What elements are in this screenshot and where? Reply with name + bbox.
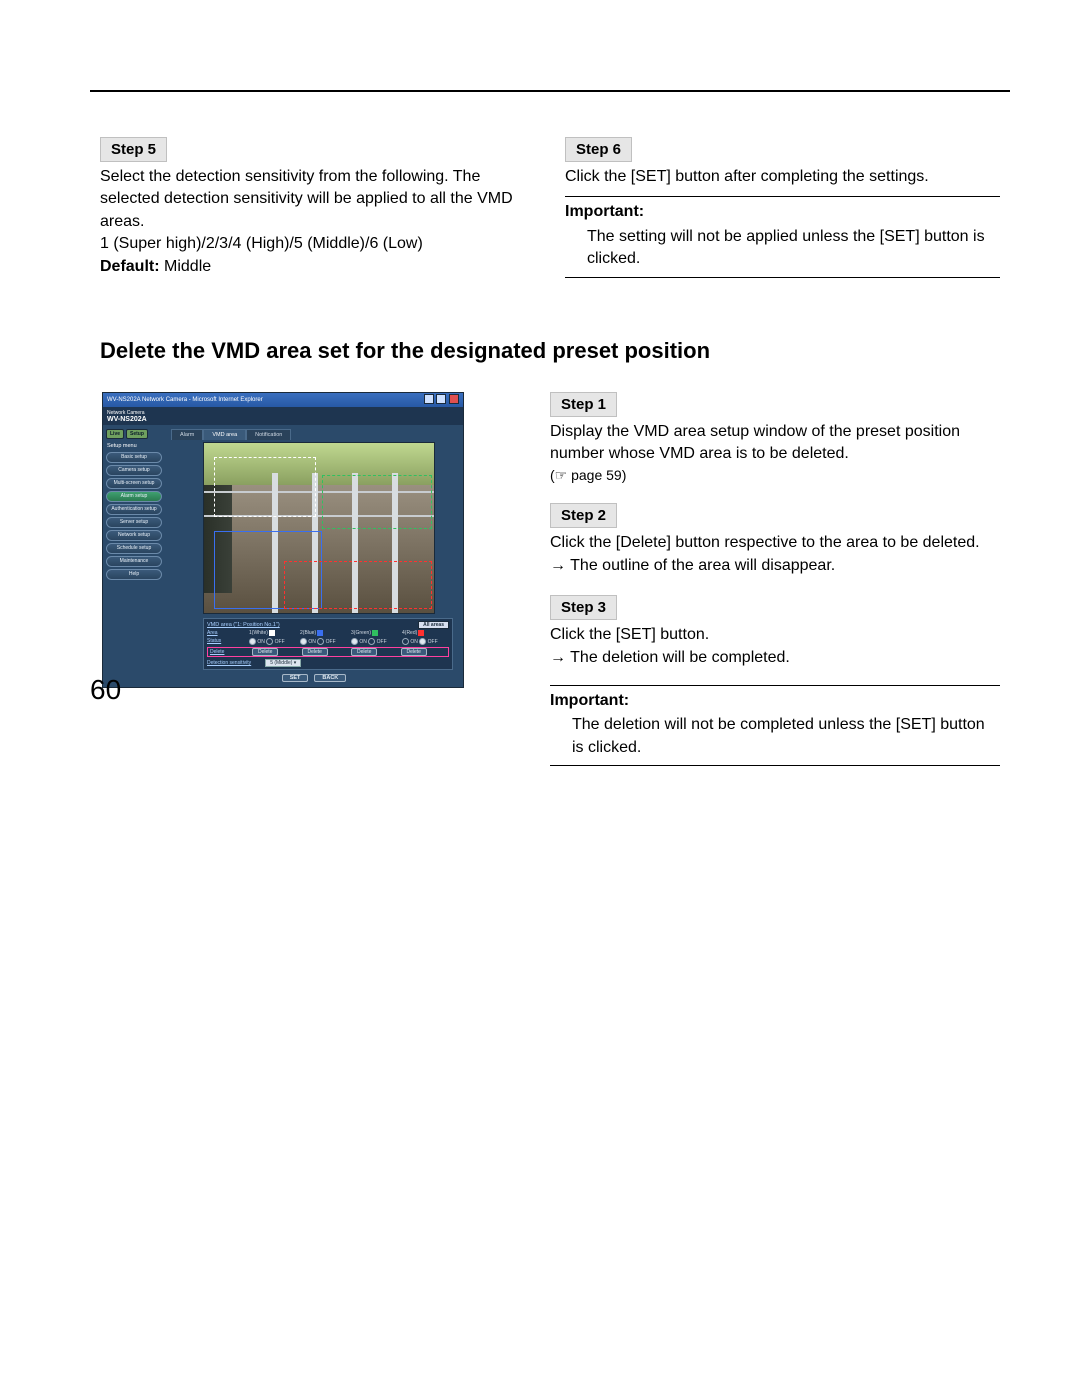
sidebar: Live Setup Setup menu Basic setup Camera… <box>103 425 165 687</box>
step5-body2: 1 (Super high)/2/3/4 (High)/5 (Middle)/6… <box>100 233 535 255</box>
step5-body1: Select the detection sensitivity from th… <box>100 166 535 233</box>
tab-alarm[interactable]: Alarm <box>171 429 203 440</box>
row-status-label: Status <box>207 638 245 644</box>
status-2-on[interactable] <box>300 638 307 645</box>
step5-default-label: Default: <box>100 258 160 275</box>
step6-imp-body: The setting will not be applied unless t… <box>565 226 1000 271</box>
row-delete-label: Delete <box>210 649 248 655</box>
vmd-area-red[interactable] <box>284 561 432 609</box>
delete-area-4[interactable]: Delete <box>401 648 427 656</box>
app-window: WV-NS202A Network Camera - Microsoft Int… <box>102 392 464 688</box>
nav-maint[interactable]: Maintenance <box>106 556 162 567</box>
status-4-off[interactable] <box>419 638 426 645</box>
status-3-on[interactable] <box>351 638 358 645</box>
camera-preview[interactable] <box>203 442 435 614</box>
step2-body: Click the [Delete] button respective to … <box>550 532 1000 554</box>
step6-body: Click the [SET] button after completing … <box>565 166 1000 188</box>
main-area: Alarm VMD area Notification <box>165 425 463 687</box>
nav-alarm[interactable]: Alarm setup <box>106 491 162 502</box>
swatch-white-icon <box>269 630 275 636</box>
tab-vmd[interactable]: VMD area <box>203 429 246 440</box>
nav-schedule[interactable]: Schedule setup <box>106 543 162 554</box>
swatch-green-icon <box>372 630 378 636</box>
top-rule <box>90 90 1010 92</box>
right-imp-title: Important: <box>550 690 1000 712</box>
nav-camera[interactable]: Camera setup <box>106 465 162 476</box>
minimize-icon[interactable] <box>424 394 434 404</box>
window-title: WV-NS202A Network Camera - Microsoft Int… <box>107 397 263 403</box>
live-button[interactable]: Live <box>106 429 124 439</box>
setup-menu-label: Setup menu <box>107 443 163 449</box>
swatch-red-icon <box>418 630 424 636</box>
step3-label: Step 3 <box>550 595 617 620</box>
panel-title: VMD area ("1: Position No.1") <box>207 622 280 628</box>
step3-result: → The deletion will be completed. <box>550 647 1000 669</box>
step1-body: Display the VMD area setup window of the… <box>550 421 1000 466</box>
page-number: 60 <box>90 674 121 706</box>
row-area-label: Area <box>207 630 245 636</box>
step2-label: Step 2 <box>550 503 617 528</box>
close-icon[interactable] <box>449 394 459 404</box>
model-header: Network Camera WV-NS202A <box>103 407 463 425</box>
nav-help[interactable]: Help <box>106 569 162 580</box>
step5-default-value: Middle <box>160 258 212 275</box>
title-bar: WV-NS202A Network Camera - Microsoft Int… <box>103 393 463 407</box>
nav-multi[interactable]: Multi-screen setup <box>106 478 162 489</box>
tab-notif[interactable]: Notification <box>246 429 291 440</box>
sens-label: Detection sensitivity <box>207 660 251 666</box>
right-imp-body: The deletion will not be completed unles… <box>550 714 1000 759</box>
status-3-off[interactable] <box>368 638 375 645</box>
status-2-off[interactable] <box>317 638 324 645</box>
step3-body: Click the [SET] button. <box>550 624 1000 646</box>
set-button[interactable]: SET <box>282 674 309 682</box>
step5-label: Step 5 <box>100 137 167 162</box>
nav-network[interactable]: Network setup <box>106 530 162 541</box>
step1-label: Step 1 <box>550 392 617 417</box>
vmd-area-white[interactable] <box>214 457 316 517</box>
section-title: Delete the VMD area set for the designat… <box>100 338 1000 364</box>
status-1-on[interactable] <box>249 638 256 645</box>
back-button[interactable]: BACK <box>314 674 346 682</box>
vmd-area-green[interactable] <box>322 475 432 529</box>
status-1-off[interactable] <box>266 638 273 645</box>
nav-basic[interactable]: Basic setup <box>106 452 162 463</box>
step6-label: Step 6 <box>565 137 632 162</box>
step6-imp-title: Important: <box>565 201 1000 223</box>
delete-area-2[interactable]: Delete <box>302 648 328 656</box>
nav-server[interactable]: Server setup <box>106 517 162 528</box>
status-4-on[interactable] <box>402 638 409 645</box>
all-areas-button[interactable]: All areas <box>418 621 449 629</box>
right-important: Important: The deletion will not be comp… <box>550 685 1000 766</box>
swatch-blue-icon <box>317 630 323 636</box>
setup-button[interactable]: Setup <box>126 429 148 439</box>
delete-row-highlight: Delete Delete Delete Delete Delete <box>207 647 449 657</box>
step1-ref: (☞ page 59) <box>550 466 1000 486</box>
vmd-settings-panel: VMD area ("1: Position No.1") All areas … <box>203 618 453 670</box>
sens-select[interactable]: 5 (Middle) ▾ <box>265 659 301 667</box>
delete-area-3[interactable]: Delete <box>351 648 377 656</box>
delete-area-1[interactable]: Delete <box>252 648 278 656</box>
step6-important: Important: The setting will not be appli… <box>565 196 1000 277</box>
maximize-icon[interactable] <box>436 394 446 404</box>
nav-auth[interactable]: Authentication setup <box>106 504 162 515</box>
step2-result: → The outline of the area will disappear… <box>550 555 1000 577</box>
window-buttons[interactable] <box>423 394 459 406</box>
